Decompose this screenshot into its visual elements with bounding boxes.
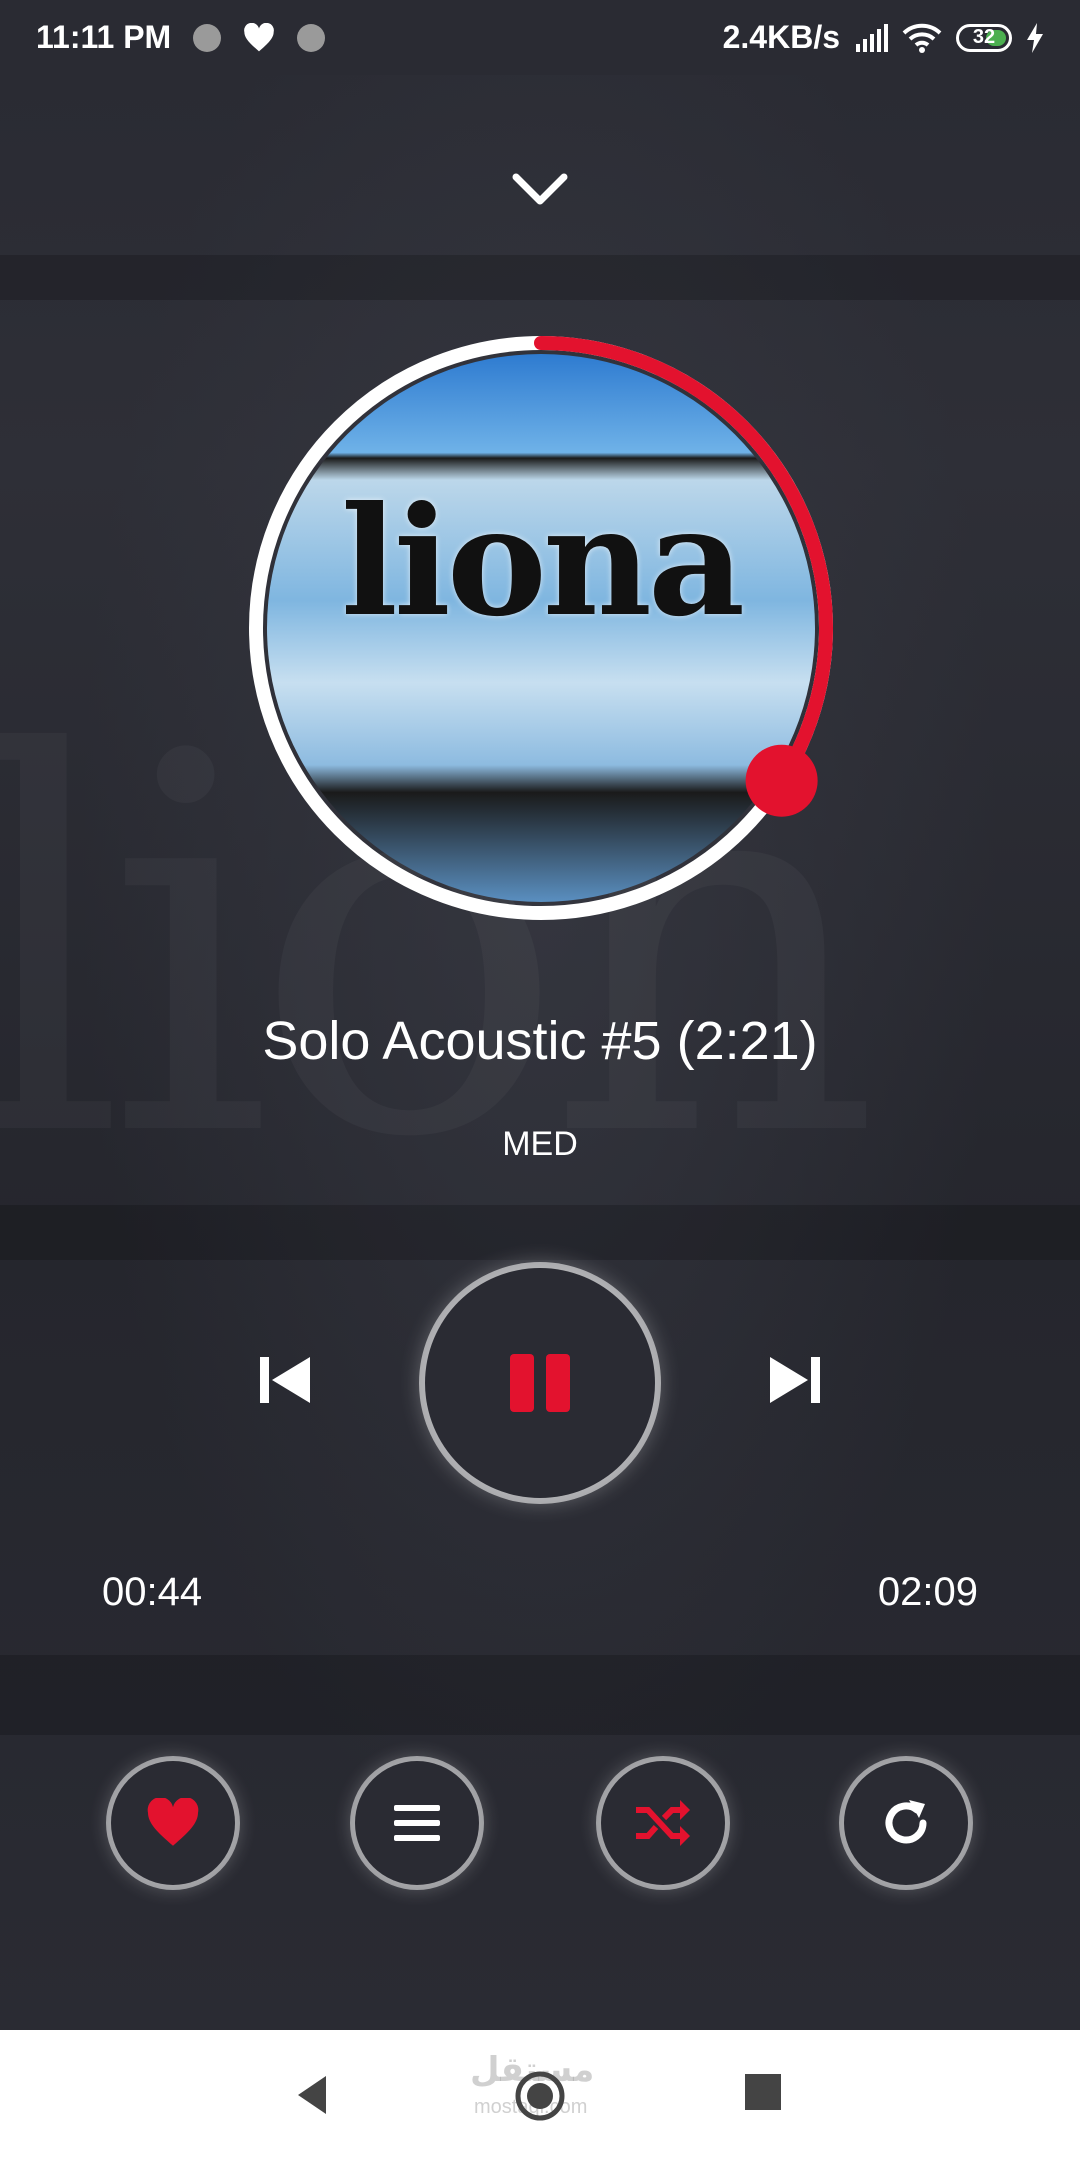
song-title: Solo Acoustic #5 (2:21) — [262, 1011, 818, 1071]
notification-icon-2 — [297, 23, 326, 52]
album-art-progress[interactable]: liona — [245, 332, 837, 924]
favorite-button[interactable] — [111, 1761, 235, 1885]
chevron-down-icon — [512, 173, 568, 205]
battery-level: 32 — [972, 26, 996, 48]
collapse-button[interactable] — [500, 150, 580, 230]
recent-apps-icon[interactable] — [745, 2074, 781, 2110]
artist-name: MED — [502, 1125, 578, 1163]
shuffle-icon — [636, 1800, 690, 1846]
progress-knob[interactable] — [745, 744, 818, 817]
heart-icon — [147, 1798, 199, 1846]
previous-button[interactable] — [250, 1345, 320, 1415]
menu-icon — [394, 1805, 440, 1841]
next-button[interactable] — [760, 1345, 830, 1415]
home-icon[interactable] — [512, 2068, 568, 2124]
back-icon[interactable] — [290, 2070, 340, 2120]
heart-notification-icon — [244, 22, 275, 51]
system-navigation-bar: مستقل mostaql.com — [0, 2030, 1080, 2160]
signal-icon — [856, 23, 888, 52]
notification-icon — [193, 23, 222, 52]
shuffle-button[interactable] — [601, 1761, 725, 1885]
current-time: 00:44 — [102, 1570, 203, 1614]
network-speed: 2.4KB/s — [722, 19, 840, 55]
charging-icon — [1027, 22, 1043, 53]
status-bar: 11:11 PM 2.4KB/s 32 — [0, 0, 1080, 75]
pause-button[interactable] — [425, 1268, 655, 1498]
skip-next-icon — [770, 1357, 820, 1403]
total-duration: 02:09 — [877, 1570, 978, 1614]
progress-ring[interactable] — [245, 332, 837, 924]
battery-icon: 32 — [956, 23, 1012, 52]
repeat-icon — [885, 1800, 927, 1844]
status-time: 11:11 PM — [36, 19, 172, 55]
wifi-icon — [902, 23, 942, 53]
playlist-button[interactable] — [355, 1761, 479, 1885]
repeat-button[interactable] — [844, 1761, 968, 1885]
pause-icon — [510, 1354, 534, 1412]
skip-previous-icon — [260, 1357, 310, 1403]
